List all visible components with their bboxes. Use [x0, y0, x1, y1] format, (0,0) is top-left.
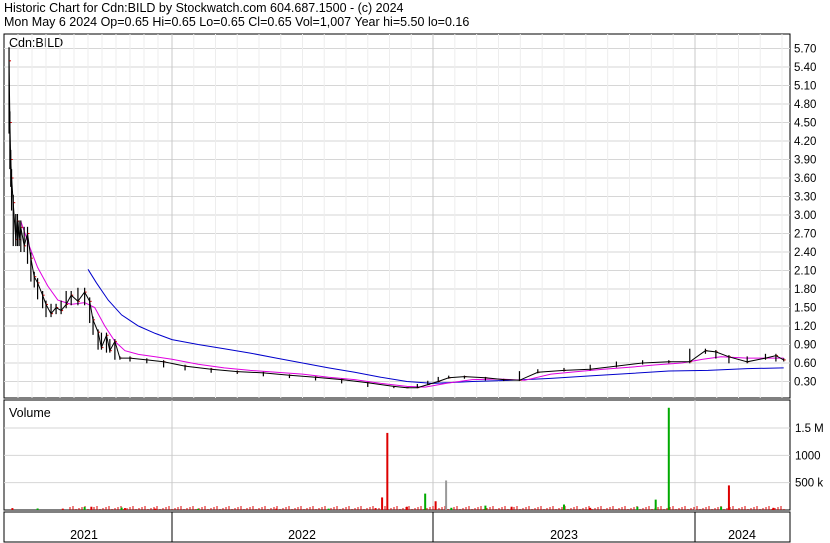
price-y-tick-labels: 5.70 5.40 5.10 4.80 4.50 4.20 3.90 3.60 3.30 3.00… — [794, 44, 816, 389]
price-y-tick-label: 1.20 — [794, 321, 816, 333]
volume-bar — [727, 485, 730, 510]
volume-bar — [154, 508, 157, 510]
volume-bar — [484, 505, 487, 510]
price-y-tick-label: 2.40 — [794, 247, 816, 259]
date-axis — [3, 511, 791, 543]
volume-y-tick-label: 500 k — [795, 478, 823, 490]
volume-bar — [120, 507, 123, 510]
volume-bar — [654, 499, 657, 510]
volume-bar — [405, 506, 408, 510]
volume-bar — [197, 508, 200, 510]
volume-bar — [720, 506, 723, 510]
price-y-tick-label: 2.10 — [794, 266, 816, 278]
volume-bar — [563, 504, 565, 510]
price-y-tick-label: 4.20 — [794, 136, 816, 148]
price-y-tick-label: 3.30 — [794, 192, 816, 204]
volume-bar — [667, 407, 670, 510]
x-tick-label: 2023 — [550, 528, 578, 542]
price-y-tick-label: 4.50 — [794, 118, 816, 130]
price-panel — [3, 33, 791, 399]
volume-bar — [510, 506, 513, 510]
volume-bar — [434, 501, 437, 510]
volume-bar — [90, 506, 93, 510]
volume-bar — [445, 480, 448, 510]
volume-bar — [327, 508, 330, 510]
price-y-tick-label: 5.10 — [794, 81, 816, 93]
price-y-tick-label: 3.90 — [794, 155, 816, 167]
volume-bar — [424, 493, 427, 510]
volume-bar — [275, 508, 278, 510]
volume-bar — [450, 507, 453, 510]
volume-bar — [374, 508, 377, 510]
symbol-label: Cdn:BILD — [9, 36, 63, 50]
price-y-tick-label: 4.80 — [794, 99, 816, 111]
price-y-tick-label: 0.90 — [794, 340, 816, 352]
volume-title: Volume — [9, 406, 51, 420]
volume-y-tick-labels: 1.5 M 1000 500 k — [795, 423, 824, 490]
x-tick-label: 2022 — [288, 528, 316, 542]
volume-bar — [636, 506, 639, 510]
volume-bar — [381, 497, 384, 510]
price-y-tick-label: 5.70 — [794, 44, 816, 56]
volume-bar — [589, 507, 592, 510]
price-y-tick-label: 0.60 — [794, 358, 816, 370]
volume-bar — [36, 508, 39, 510]
x-tick-label: 2024 — [728, 528, 756, 542]
volume-y-tick-label: 1.5 M — [795, 423, 824, 435]
volume-bar — [123, 508, 126, 510]
volume-bar — [11, 508, 14, 510]
price-y-tick-label: 0.30 — [794, 377, 816, 389]
price-y-tick-label: 1.50 — [794, 303, 816, 315]
volume-bar — [61, 508, 64, 510]
price-y-tick-label: 3.00 — [794, 210, 816, 222]
volume-bar — [772, 507, 775, 510]
volume-y-tick-label: 1000 — [795, 450, 821, 462]
price-y-tick-label: 3.60 — [794, 173, 816, 185]
volume-bar — [386, 432, 389, 510]
volume-bar — [83, 506, 86, 510]
x-tick-label: 2021 — [70, 528, 98, 542]
price-y-tick-label: 1.80 — [794, 284, 816, 296]
stock-chart: Cdn:BILD 5.70 5.40 5.10 4.80 4.50 4.20 3.90 3.6… — [3, 33, 824, 543]
price-y-tick-label: 2.70 — [794, 229, 816, 241]
price-y-tick-label: 5.40 — [794, 62, 816, 74]
